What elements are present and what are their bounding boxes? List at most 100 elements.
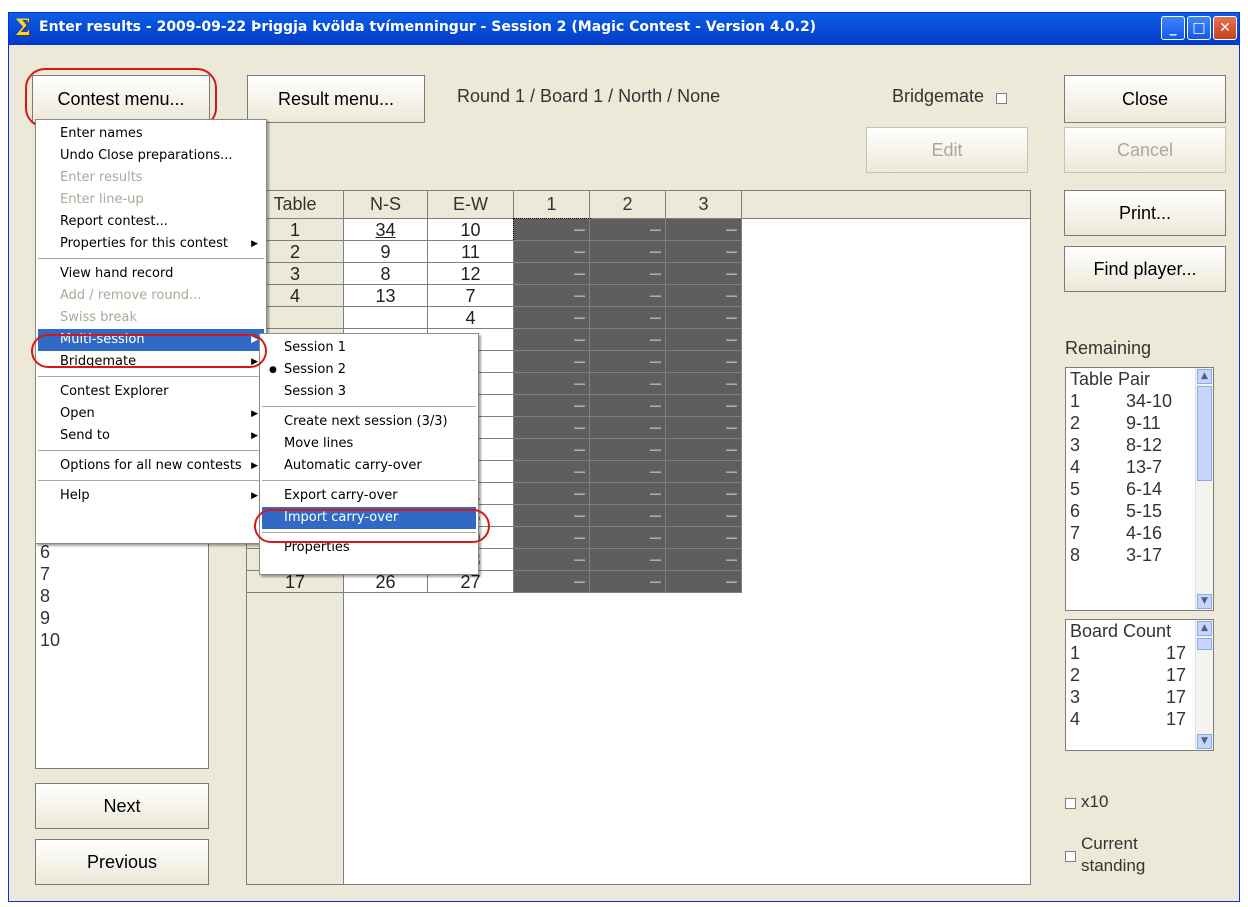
score-cell[interactable]: —: [590, 241, 666, 263]
menu-item[interactable]: Open ▶: [38, 403, 264, 425]
table-row[interactable]: 4 13 7— — —: [247, 285, 742, 307]
edit-button[interactable]: Edit: [866, 127, 1028, 173]
score-cell[interactable]: —: [666, 395, 742, 417]
remaining-list[interactable]: Table Pair 1 34-10 2 9-11 3 8-12 4 13-7 5 6-14 6 5-…: [1065, 367, 1214, 611]
score-cell[interactable]: —: [666, 439, 742, 461]
score-cell[interactable]: —: [666, 527, 742, 549]
menu-item[interactable]: View hand record: [38, 263, 264, 285]
score-cell[interactable]: —: [514, 329, 590, 351]
score-cell[interactable]: —: [514, 527, 590, 549]
score-cell[interactable]: —: [590, 373, 666, 395]
scroll-thumb[interactable]: [1197, 386, 1212, 481]
ew-pair-cell[interactable]: 12: [428, 263, 514, 285]
submenu-item[interactable]: Export carry-over: [262, 485, 476, 507]
list-item[interactable]: 7: [36, 563, 208, 585]
list-item[interactable]: 6: [36, 541, 208, 563]
ew-pair-cell[interactable]: 7: [428, 285, 514, 307]
table-row[interactable]: 2 9 11— — —: [247, 241, 742, 263]
print-button[interactable]: Print...: [1064, 190, 1226, 236]
score-cell[interactable]: —: [590, 439, 666, 461]
score-cell[interactable]: —: [590, 483, 666, 505]
ew-pair-cell[interactable]: 11: [428, 241, 514, 263]
score-cell[interactable]: —: [514, 549, 590, 571]
pair-list[interactable]: 5 6 7 8 9 10: [35, 518, 209, 769]
ns-pair-cell[interactable]: 9: [344, 241, 428, 263]
score-cell[interactable]: —: [666, 219, 742, 241]
list-item[interactable]: 5 6-14: [1066, 478, 1213, 500]
score-cell[interactable]: —: [666, 461, 742, 483]
menu-item[interactable]: Undo Close preparations...: [38, 145, 264, 167]
score-cell[interactable]: —: [590, 219, 666, 241]
menu-item[interactable]: Enter names: [38, 123, 264, 145]
score-cell[interactable]: —: [590, 527, 666, 549]
ns-pair-cell[interactable]: [344, 307, 428, 329]
score-cell[interactable]: —: [590, 395, 666, 417]
ns-pair-cell[interactable]: 8: [344, 263, 428, 285]
list-item[interactable]: 1 17: [1066, 642, 1213, 664]
scroll-up-icon[interactable]: ▲: [1197, 621, 1212, 636]
score-cell[interactable]: —: [666, 263, 742, 285]
find-player-button[interactable]: Find player...: [1064, 246, 1226, 292]
score-cell[interactable]: —: [514, 241, 590, 263]
list-item[interactable]: 10: [36, 629, 208, 651]
close-button[interactable]: Close: [1064, 75, 1226, 123]
score-cell[interactable]: —: [590, 505, 666, 527]
list-item[interactable]: 3 17: [1066, 686, 1213, 708]
menu-item[interactable]: Multi-session ▶: [38, 329, 264, 351]
scroll-down-icon[interactable]: ▼: [1197, 734, 1212, 749]
list-item[interactable]: 9: [36, 607, 208, 629]
current-standing-checkbox[interactable]: [1065, 851, 1076, 862]
next-button[interactable]: Next: [35, 783, 209, 829]
score-cell[interactable]: —: [514, 373, 590, 395]
list-item[interactable]: 3 8-12: [1066, 434, 1213, 456]
bridgemate-checkbox[interactable]: [996, 93, 1007, 104]
maximize-button[interactable]: □: [1187, 16, 1211, 40]
score-cell[interactable]: —: [514, 571, 590, 593]
menu-item[interactable]: Send to ▶: [38, 425, 264, 447]
score-cell[interactable]: —: [514, 307, 590, 329]
ew-pair-cell[interactable]: 10: [428, 219, 514, 241]
menu-item[interactable]: Report contest...: [38, 211, 264, 233]
score-cell[interactable]: —: [666, 505, 742, 527]
list-item[interactable]: 4 13-7: [1066, 456, 1213, 478]
board-count-list[interactable]: Board Count 1 17 2 17 3 17 4 17 ▲ ▼: [1065, 619, 1214, 751]
remaining-scrollbar[interactable]: ▲ ▼: [1195, 368, 1213, 610]
score-cell[interactable]: —: [590, 329, 666, 351]
submenu-item[interactable]: Move lines: [262, 433, 476, 455]
scroll-down-icon[interactable]: ▼: [1197, 594, 1212, 609]
score-cell[interactable]: —: [514, 461, 590, 483]
score-cell[interactable]: —: [514, 263, 590, 285]
board-count-scrollbar[interactable]: ▲ ▼: [1195, 620, 1213, 750]
score-cell[interactable]: —: [666, 241, 742, 263]
score-cell[interactable]: —: [590, 461, 666, 483]
score-cell[interactable]: —: [514, 505, 590, 527]
score-cell[interactable]: —: [514, 395, 590, 417]
scroll-up-icon[interactable]: ▲: [1197, 369, 1212, 384]
submenu-item[interactable]: Automatic carry-over: [262, 455, 476, 477]
submenu-item[interactable]: ● Session 2: [262, 359, 476, 381]
list-item[interactable]: 1 34-10: [1066, 390, 1213, 412]
score-cell[interactable]: —: [666, 373, 742, 395]
list-item[interactable]: 4 17: [1066, 708, 1213, 730]
score-cell[interactable]: —: [514, 417, 590, 439]
ns-pair-cell[interactable]: 34: [344, 219, 428, 241]
score-cell[interactable]: —: [666, 285, 742, 307]
score-cell[interactable]: —: [666, 329, 742, 351]
score-cell[interactable]: —: [590, 571, 666, 593]
table-row[interactable]: 1 34 10— — —: [247, 218, 742, 242]
score-cell[interactable]: —: [666, 307, 742, 329]
submenu-item[interactable]: Session 1: [262, 337, 476, 359]
scroll-thumb[interactable]: [1197, 638, 1212, 650]
x10-checkbox[interactable]: [1065, 798, 1076, 809]
submenu-item[interactable]: Import carry-over: [262, 507, 476, 529]
score-cell[interactable]: —: [666, 571, 742, 593]
score-cell[interactable]: —: [590, 263, 666, 285]
list-item[interactable]: 2 17: [1066, 664, 1213, 686]
score-cell[interactable]: —: [513, 218, 591, 242]
score-cell[interactable]: —: [666, 483, 742, 505]
score-cell[interactable]: —: [514, 285, 590, 307]
list-item[interactable]: 8 3-17: [1066, 544, 1213, 566]
list-item[interactable]: 8: [36, 585, 208, 607]
score-cell[interactable]: —: [514, 483, 590, 505]
menu-item[interactable]: Help ▶: [38, 485, 264, 507]
